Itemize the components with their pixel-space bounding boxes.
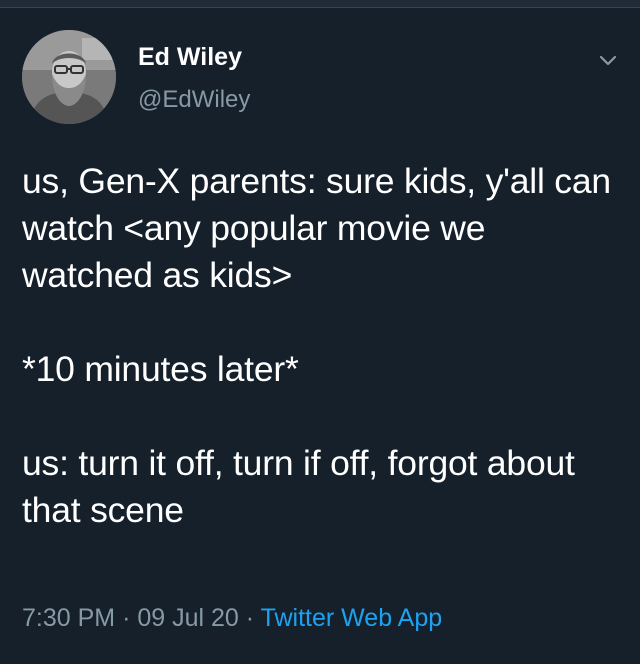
- tweet-meta: 7:30 PM · 09 Jul 20 · Twitter Web App: [22, 598, 442, 638]
- avatar[interactable]: [22, 30, 116, 124]
- tweet-time[interactable]: 7:30 PM: [22, 604, 115, 632]
- meta-separator: ·: [245, 604, 255, 632]
- author-display-name[interactable]: Ed Wiley: [138, 42, 250, 72]
- top-divider: [0, 0, 640, 8]
- tweet-text: us, Gen-X parents: sure kids, y'all can …: [22, 158, 622, 534]
- tweet-header: Ed Wiley @EdWiley: [22, 30, 622, 126]
- tweet-paragraph: us: turn it off, turn if off, forgot abo…: [22, 443, 585, 530]
- chevron-down-icon[interactable]: [594, 46, 622, 74]
- tweet-paragraph: us, Gen-X parents: sure kids, y'all can …: [22, 161, 621, 295]
- tweet-paragraph: *10 minutes later*: [22, 349, 299, 389]
- author-handle[interactable]: @EdWiley: [138, 85, 250, 115]
- tweet-date[interactable]: 09 Jul 20: [137, 604, 238, 632]
- tweet-source-link[interactable]: Twitter Web App: [261, 604, 443, 632]
- avatar-photo: [22, 30, 116, 124]
- author-names: Ed Wiley @EdWiley: [138, 42, 250, 115]
- meta-separator: ·: [122, 604, 131, 632]
